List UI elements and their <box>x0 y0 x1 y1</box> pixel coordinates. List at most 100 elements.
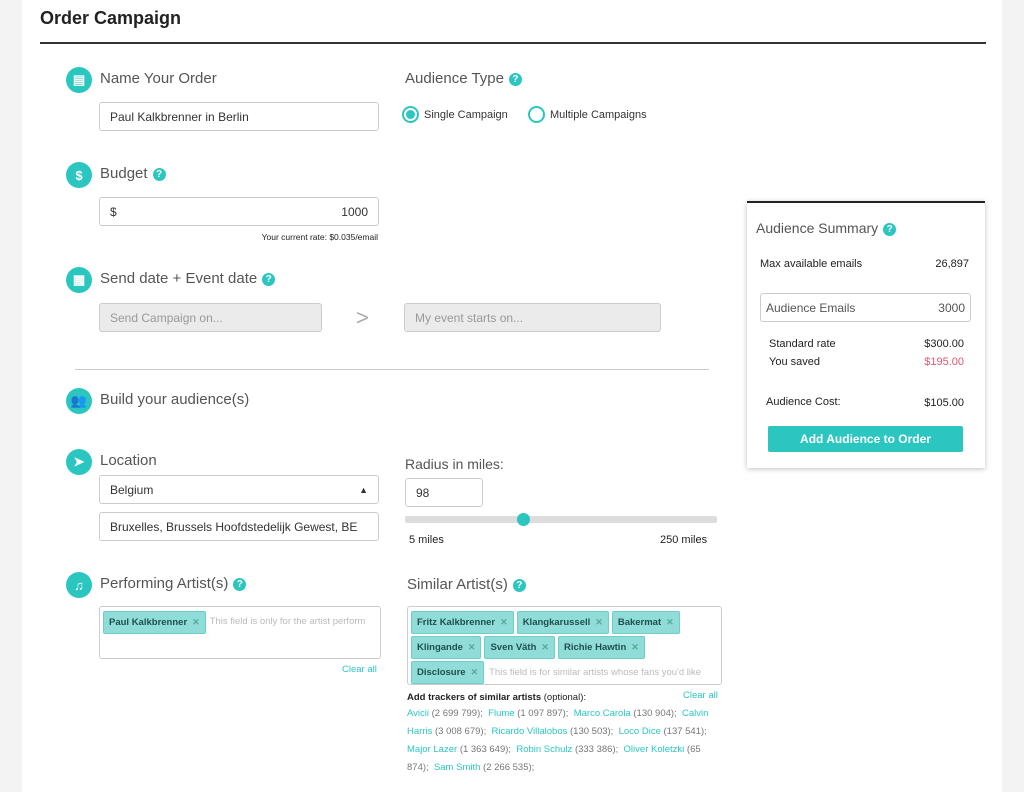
performing-artist-input[interactable]: Paul Kalkbrenner ✕ This field is only for… <box>99 606 381 659</box>
remove-tag-icon[interactable]: ✕ <box>500 617 508 627</box>
radius-label: Radius in miles: <box>405 456 504 472</box>
radius-value: 98 <box>416 485 430 500</box>
tracker-name[interactable]: Marco Carola <box>574 708 631 719</box>
build-audience-label: Build your audience(s) <box>100 391 250 408</box>
tracker-count: (2 266 535); <box>483 762 535 773</box>
remove-tag-icon[interactable]: ✕ <box>631 642 639 652</box>
standard-rate-label: Standard rate <box>769 338 836 350</box>
remove-tag-icon[interactable]: ✕ <box>541 642 549 652</box>
budget-label: Budget? <box>100 165 166 182</box>
remove-tag-icon[interactable]: ✕ <box>666 617 674 627</box>
performing-clear-all[interactable]: Clear all <box>342 664 377 675</box>
calendar-icon: ▦ <box>66 267 92 293</box>
performing-label: Performing Artist(s)? <box>100 575 247 592</box>
tag-label: Klangkarussell <box>522 617 591 628</box>
radius-slider-track[interactable] <box>405 516 717 523</box>
artist-tag: Klingande ✕ <box>411 636 482 659</box>
help-icon[interactable]: ? <box>152 167 166 181</box>
tracker-name[interactable]: Loco Dice <box>619 726 661 737</box>
max-emails-label: Max available emails <box>760 258 863 270</box>
artist-tag: Fritz Kalkbrenner ✕ <box>411 611 514 634</box>
send-date-input[interactable]: Send Campaign on... <box>99 303 322 332</box>
radio-label: Multiple Campaigns <box>550 108 647 121</box>
tag-label: Fritz Kalkbrenner <box>417 617 496 628</box>
tracker-count: (2 699 799); <box>431 708 483 719</box>
audience-type-text: Audience Type <box>405 70 504 87</box>
help-icon[interactable]: ? <box>883 222 897 236</box>
audience-type-label: Audience Type? <box>405 70 522 87</box>
tracker-name[interactable]: Flume <box>488 708 514 719</box>
help-icon[interactable]: ? <box>233 577 247 591</box>
budget-text: Budget <box>100 165 148 182</box>
tracker-count: (130 503); <box>570 726 614 737</box>
add-audience-button[interactable]: Add Audience to Order <box>768 426 963 452</box>
location-arrow-icon: ➤ <box>66 449 92 475</box>
document-icon: ▤ <box>66 67 92 93</box>
summary-title: Audience Summary? <box>756 220 897 236</box>
tracker-name[interactable]: Major Lazer <box>407 744 457 755</box>
country-value: Belgium <box>110 482 154 497</box>
currency-symbol: $ <box>110 204 117 219</box>
budget-input[interactable]: $1000 <box>99 197 379 226</box>
radio-multiple-campaigns[interactable]: Multiple Campaigns <box>528 106 647 123</box>
artist-tag: Klangkarussell ✕ <box>516 611 609 634</box>
audience-emails-input[interactable]: Audience Emails 3000 <box>760 293 971 322</box>
tracker-name[interactable]: Robin Schulz <box>516 744 572 755</box>
tracker-item[interactable]: Sam Smith (2 266 535); <box>434 762 537 773</box>
tracker-count: (130 904); <box>633 708 677 719</box>
trackers-list: Avicii (2 699 799); Flume (1 097 897); M… <box>407 705 725 777</box>
saved-label: You saved <box>769 356 820 368</box>
tracker-item[interactable]: Marco Carola (130 904); <box>574 708 682 719</box>
artist-tag: Bakermat ✕ <box>611 611 680 634</box>
max-emails-value: 26,897 <box>935 258 969 270</box>
help-icon[interactable]: ? <box>262 272 276 286</box>
country-select[interactable]: Belgium ▲ <box>99 475 379 504</box>
section-divider <box>75 369 709 370</box>
tracker-name[interactable]: Oliver Koletzki <box>624 744 685 755</box>
tracker-count: (333 386); <box>574 744 619 755</box>
music-note-icon: ♫ <box>66 572 92 598</box>
tracker-item[interactable]: Loco Dice (137 541); <box>619 726 710 737</box>
tracker-name[interactable]: Avicii <box>407 708 429 719</box>
tracker-item[interactable]: Flume (1 097 897); <box>488 708 574 719</box>
remove-tag-icon[interactable]: ✕ <box>471 667 479 677</box>
radius-slider-thumb[interactable] <box>517 513 531 526</box>
audience-emails-label: Audience Emails <box>766 300 856 315</box>
arrow-separator: > <box>356 305 369 330</box>
artist-tag: Richie Hawtin ✕ <box>557 636 645 659</box>
current-rate: Your current rate: $0.035/email <box>261 232 378 242</box>
tag-label: Sven Väth <box>490 642 537 653</box>
artist-tag: Paul Kalkbrenner ✕ <box>103 611 206 634</box>
radius-min-label: 5 miles <box>409 534 444 546</box>
similar-artist-input[interactable]: Fritz Kalkbrenner ✕ Klangkarussell ✕ Bakerma… <box>407 606 722 685</box>
help-icon[interactable]: ? <box>508 72 522 86</box>
tracker-count: (3 008 679); <box>434 726 487 737</box>
artist-tag: Sven Väth ✕ <box>484 636 555 659</box>
tracker-name[interactable]: Sam Smith <box>434 762 480 773</box>
radio-label: Single Campaign <box>424 108 508 121</box>
tracker-item[interactable]: Robin Schulz (333 386); <box>516 744 623 755</box>
tracker-item[interactable]: Avicii (2 699 799); <box>407 708 488 719</box>
trackers-title-text: Add trackers of similar artists <box>407 692 542 703</box>
event-date-input[interactable]: My event starts on... <box>404 303 661 332</box>
right-margin <box>1002 0 1024 792</box>
performing-placeholder: This field is only for the artist perfor… <box>209 616 366 627</box>
similar-text: Similar Artist(s) <box>407 576 508 593</box>
tracker-count: (1 363 649); <box>459 744 512 755</box>
radio-single-campaign[interactable]: Single Campaign <box>402 106 508 123</box>
order-name-value: Paul Kalkbrenner in Berlin <box>110 109 249 124</box>
tracker-item[interactable]: Ricardo Villalobos (130 503); <box>492 726 619 737</box>
remove-tag-icon[interactable]: ✕ <box>595 617 603 627</box>
remove-tag-icon[interactable]: ✕ <box>192 617 200 627</box>
remove-tag-icon[interactable]: ✕ <box>468 642 476 652</box>
similar-clear-all[interactable]: Clear all <box>683 690 718 701</box>
tracker-name[interactable]: Ricardo Villalobos <box>492 726 568 737</box>
tracker-item[interactable]: Major Lazer (1 363 649); <box>407 744 516 755</box>
radius-input[interactable]: 98 <box>405 478 483 507</box>
audience-emails-value: 3000 <box>938 300 965 315</box>
location-label: Location <box>100 452 157 469</box>
city-input[interactable]: Bruxelles, Brussels Hoofdstedelijk Gewes… <box>99 512 379 541</box>
order-name-input[interactable]: Paul Kalkbrenner in Berlin <box>99 102 379 131</box>
audience-cost-value: $105.00 <box>924 397 964 409</box>
help-icon[interactable]: ? <box>512 578 526 592</box>
